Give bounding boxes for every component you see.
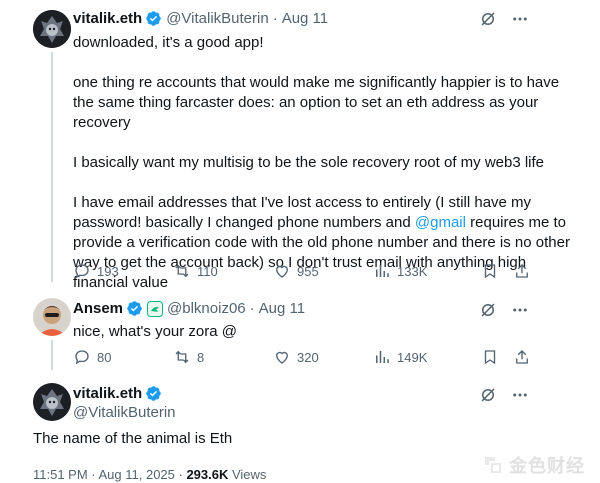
heart-icon [276,265,288,278]
tweet-actions: 80 8 320 149K [73,348,533,366]
bookmark-icon[interactable] [481,348,499,366]
avatar[interactable] [33,10,71,48]
tweet-text: downloaded, it's a good app! one thing r… [73,33,573,293]
more-options-icon[interactable] [511,386,529,404]
verified-badge-icon [145,385,162,402]
verified-badge-icon [145,10,162,27]
watermark-icon [485,457,501,473]
author-handle[interactable]: @VitalikButerin [73,404,176,421]
share-icon[interactable] [513,262,531,280]
verified-badge-icon [126,300,143,317]
share-icon[interactable] [513,348,531,366]
avatar[interactable] [33,298,71,336]
tweet-tail-actions [481,262,531,280]
repost-count: 110 [197,263,218,279]
repost-icon [175,350,189,364]
author-name[interactable]: vitalik.eth [73,385,142,402]
tweet-paragraph: nice, what's your zora @ [73,323,237,340]
tweet-actions: 193 110 955 133K [73,262,533,280]
tweet-paragraph: I basically want my multisig to be the s… [73,154,545,171]
reply-icon [75,264,89,279]
reply-count: 193 [97,263,119,279]
mention-link[interactable]: @gmail [415,214,466,231]
tweet-timestamp[interactable]: 11:51 PM · Aug 11, 2025 · [33,467,186,482]
thread-line [51,340,53,370]
avatar[interactable] [33,383,71,421]
author-name[interactable]: Ansem [73,300,123,317]
tweet-paragraph: downloaded, it's a good app! [73,34,264,51]
tweet-header: vitalik.eth @VitalikButerin · Aug 11 [73,10,328,27]
grok-icon[interactable] [479,386,497,404]
views-count: 149K [397,349,428,365]
separator-dot: · [272,10,278,27]
like-button[interactable]: 320 [273,348,373,366]
like-count: 320 [297,349,319,365]
author-handle[interactable]: @blknoiz06 [167,300,246,317]
tweet-date[interactable]: Aug 11 [259,300,305,317]
tweet-top-actions [479,386,529,404]
author-name[interactable]: vitalik.eth [73,10,142,27]
watermark-text: 金色财经 [509,456,585,476]
tweet-date[interactable]: Aug 11 [282,10,328,27]
more-options-icon[interactable] [511,10,529,28]
tweet-top-actions [479,10,529,28]
author-handle[interactable]: @VitalikButerin [166,10,269,27]
main-tweet-text: The name of the animal is Eth [33,430,233,447]
like-button[interactable]: 955 [273,262,373,280]
repost-button[interactable]: 110 [173,262,273,280]
tweet-text: nice, what's your zora @ [73,322,573,342]
watermark-logo: 金色财经 [482,452,585,478]
bookmark-icon[interactable] [481,262,499,280]
views-count: 133K [397,263,428,279]
views-chart-icon [376,265,389,277]
views-total: 293.6K [186,467,229,482]
reply-icon [75,350,89,365]
tweet-tail-actions [481,348,531,366]
affiliate-badge-icon[interactable] [147,300,164,317]
grok-icon[interactable] [479,10,497,28]
views-chart-icon [376,351,389,363]
reply-button[interactable]: 80 [73,348,173,366]
reply-button[interactable]: 193 [73,262,173,280]
reply-count: 80 [97,349,112,365]
tweet-header: Ansem @blknoiz06 · Aug 11 [73,300,305,317]
tweet-header: vitalik.eth [73,385,166,402]
repost-button[interactable]: 8 [173,348,273,366]
repost-icon [175,264,189,278]
tweet-metadata: 11:51 PM · Aug 11, 2025 · 293.6K Views [33,467,266,482]
more-options-icon[interactable] [511,301,529,319]
tweet-top-actions [479,301,529,319]
thread-line [51,52,53,282]
separator-dot: · [249,300,255,317]
grok-icon[interactable] [479,301,497,319]
like-count: 955 [297,263,319,279]
tweet-paragraph: one thing re accounts that would make me… [73,74,560,131]
heart-icon [276,351,288,364]
views-label: Views [228,467,267,482]
views-button[interactable]: 149K [373,348,481,366]
repost-count: 8 [197,349,205,365]
views-button[interactable]: 133K [373,262,481,280]
tweet-header-handle: @VitalikButerin [73,404,176,421]
